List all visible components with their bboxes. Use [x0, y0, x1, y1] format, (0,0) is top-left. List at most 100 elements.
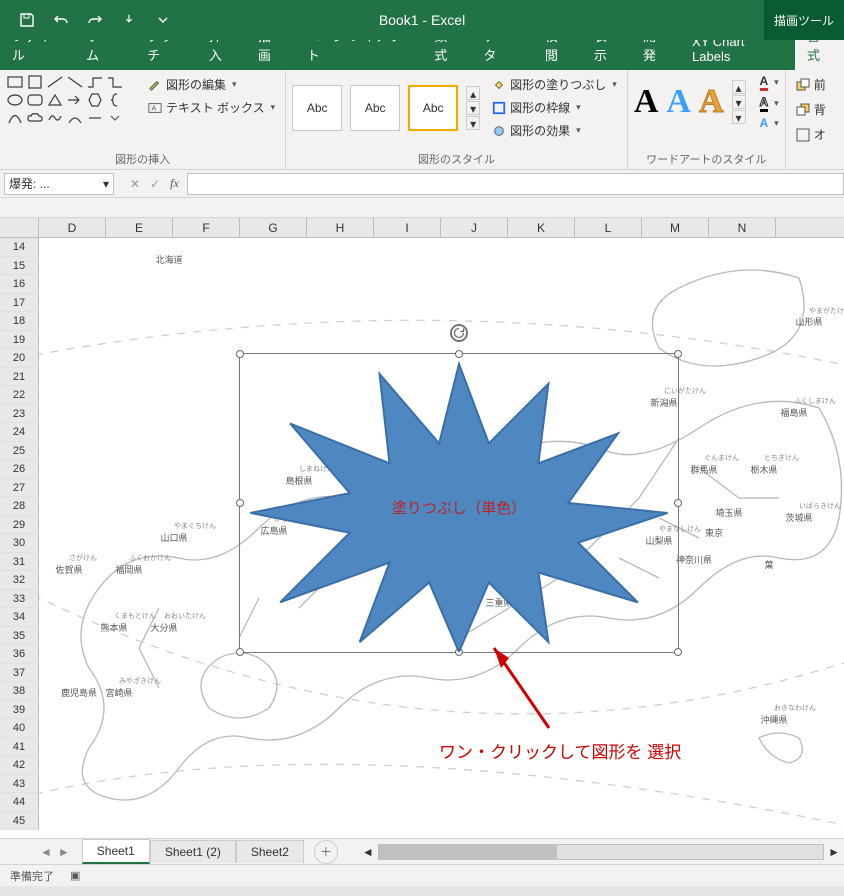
row-header[interactable]: 35 [0, 627, 39, 646]
column-header[interactable]: L [575, 218, 642, 237]
row-header[interactable]: 21 [0, 368, 39, 387]
shape-arrow-icon[interactable] [66, 92, 84, 108]
shape-style-gallery[interactable]: Abc Abc Abc ▴ ▾ ▾ [292, 85, 480, 131]
row-header[interactable]: 20 [0, 349, 39, 368]
qat-customize-button[interactable] [148, 6, 178, 34]
row-header[interactable]: 43 [0, 775, 39, 794]
shape-triangle-icon[interactable] [46, 92, 64, 108]
enter-formula-icon[interactable]: ✓ [150, 177, 160, 191]
save-button[interactable] [12, 6, 42, 34]
row-header[interactable]: 15 [0, 257, 39, 276]
shape-rect-icon[interactable] [6, 74, 24, 90]
shape-fill-button[interactable]: 図形の塗りつぶし▾ [488, 74, 621, 95]
new-sheet-button[interactable]: ＋ [314, 840, 338, 864]
row-header[interactable]: 40 [0, 719, 39, 738]
gallery-down-icon[interactable]: ▾ [466, 101, 480, 115]
undo-button[interactable] [46, 6, 76, 34]
sheet-canvas[interactable]: .coast{fill:none;stroke:#b8b8b8;stroke-w… [39, 238, 844, 838]
gallery-more-icon[interactable]: ▾ [732, 110, 746, 124]
column-header[interactable]: K [508, 218, 575, 237]
wordart-style-1[interactable]: A [634, 83, 659, 121]
row-header[interactable]: 38 [0, 682, 39, 701]
column-header[interactable]: N [709, 218, 776, 237]
row-header[interactable]: 33 [0, 590, 39, 609]
shape-outline-button[interactable]: 図形の枠線▾ [488, 97, 621, 118]
horizontal-scrollbar[interactable]: ◄ ► [358, 844, 844, 860]
column-header[interactable]: H [307, 218, 374, 237]
text-outline-button[interactable]: A▾ [760, 95, 779, 112]
rotate-handle-icon[interactable] [450, 324, 468, 342]
bring-front-button[interactable]: 前 [792, 74, 830, 95]
row-header[interactable]: 41 [0, 738, 39, 757]
fx-icon[interactable]: fx [170, 176, 179, 191]
redo-button[interactable] [80, 6, 110, 34]
shape-line3-icon[interactable] [86, 110, 104, 126]
row-header[interactable]: 14 [0, 238, 39, 257]
shape-connector2-icon[interactable] [106, 74, 124, 90]
style-preview-3[interactable]: Abc [408, 85, 458, 131]
sheet-tab-3[interactable]: Sheet2 [236, 840, 304, 863]
row-header[interactable]: 30 [0, 534, 39, 553]
row-header[interactable]: 39 [0, 701, 39, 720]
row-header[interactable]: 44 [0, 793, 39, 812]
formula-input[interactable] [187, 173, 844, 195]
row-header[interactable]: 29 [0, 516, 39, 535]
row-header[interactable]: 25 [0, 442, 39, 461]
row-header[interactable]: 34 [0, 608, 39, 627]
shape-freeform-icon[interactable] [46, 110, 64, 126]
row-header[interactable]: 45 [0, 812, 39, 831]
shape-arc-icon[interactable] [6, 110, 24, 126]
worksheet-grid[interactable]: 1415161718192021222324252627282930313233… [0, 238, 844, 838]
wordart-gallery[interactable]: A A A ▴ ▾ ▾ A▾ A▾ A▾ [634, 74, 779, 130]
column-header[interactable]: D [39, 218, 106, 237]
column-header[interactable]: M [642, 218, 709, 237]
gallery-up-icon[interactable]: ▴ [466, 86, 480, 100]
row-header[interactable]: 18 [0, 312, 39, 331]
scrollbar-thumb[interactable] [379, 845, 557, 859]
style-preview-1[interactable]: Abc [292, 85, 342, 131]
row-header[interactable]: 16 [0, 275, 39, 294]
shape-square-icon[interactable] [26, 74, 44, 90]
touch-mode-button[interactable] [114, 6, 144, 34]
wordart-style-2[interactable]: A [666, 83, 691, 121]
name-box[interactable]: 爆発: ...▾ [4, 173, 114, 195]
edit-shape-button[interactable]: 図形の編集▾ [144, 74, 279, 95]
column-header[interactable]: I [374, 218, 441, 237]
shape-effects-button[interactable]: 図形の効果▾ [488, 120, 621, 141]
sheet-tab-1[interactable]: Sheet1 [82, 839, 150, 864]
sheet-nav-next-icon[interactable]: ► [58, 845, 70, 859]
shape-line2-icon[interactable] [66, 74, 84, 90]
row-header[interactable]: 32 [0, 571, 39, 590]
gallery-down-icon[interactable]: ▾ [732, 95, 746, 109]
shapes-gallery[interactable] [6, 74, 136, 126]
text-fill-button[interactable]: A▾ [760, 74, 779, 91]
row-header[interactable]: 23 [0, 405, 39, 424]
gallery-more-icon[interactable]: ▾ [466, 116, 480, 130]
row-header[interactable]: 24 [0, 423, 39, 442]
column-header[interactable]: F [173, 218, 240, 237]
selection-pane-button[interactable]: オ [792, 124, 830, 145]
column-header[interactable]: J [441, 218, 508, 237]
sheet-tab-2[interactable]: Sheet1 (2) [150, 840, 236, 863]
shape-selection-bounds[interactable]: 塗りつぶし（単色） [239, 353, 679, 653]
shape-line-icon[interactable] [46, 74, 64, 90]
sheet-nav-prev-icon[interactable]: ◄ [40, 845, 52, 859]
cancel-formula-icon[interactable]: ✕ [130, 177, 140, 191]
row-header[interactable]: 27 [0, 479, 39, 498]
send-back-button[interactable]: 背 [792, 99, 830, 120]
text-box-button[interactable]: Aテキスト ボックス▾ [144, 97, 279, 118]
text-effects-button[interactable]: A▾ [760, 116, 779, 130]
shape-connector-icon[interactable] [86, 74, 104, 90]
shape-oval-icon[interactable] [6, 92, 24, 108]
row-header[interactable]: 37 [0, 664, 39, 683]
shape-more-icon[interactable] [106, 110, 124, 126]
style-preview-2[interactable]: Abc [350, 85, 400, 131]
shape-brace-icon[interactable] [106, 92, 124, 108]
shape-cloud-icon[interactable] [26, 110, 44, 126]
row-header[interactable]: 28 [0, 497, 39, 516]
macro-record-icon[interactable]: ▣ [70, 869, 80, 882]
shape-curve-icon[interactable] [66, 110, 84, 126]
row-header[interactable]: 19 [0, 331, 39, 350]
shape-roundrect-icon[interactable] [26, 92, 44, 108]
shape-hexagon-icon[interactable] [86, 92, 104, 108]
